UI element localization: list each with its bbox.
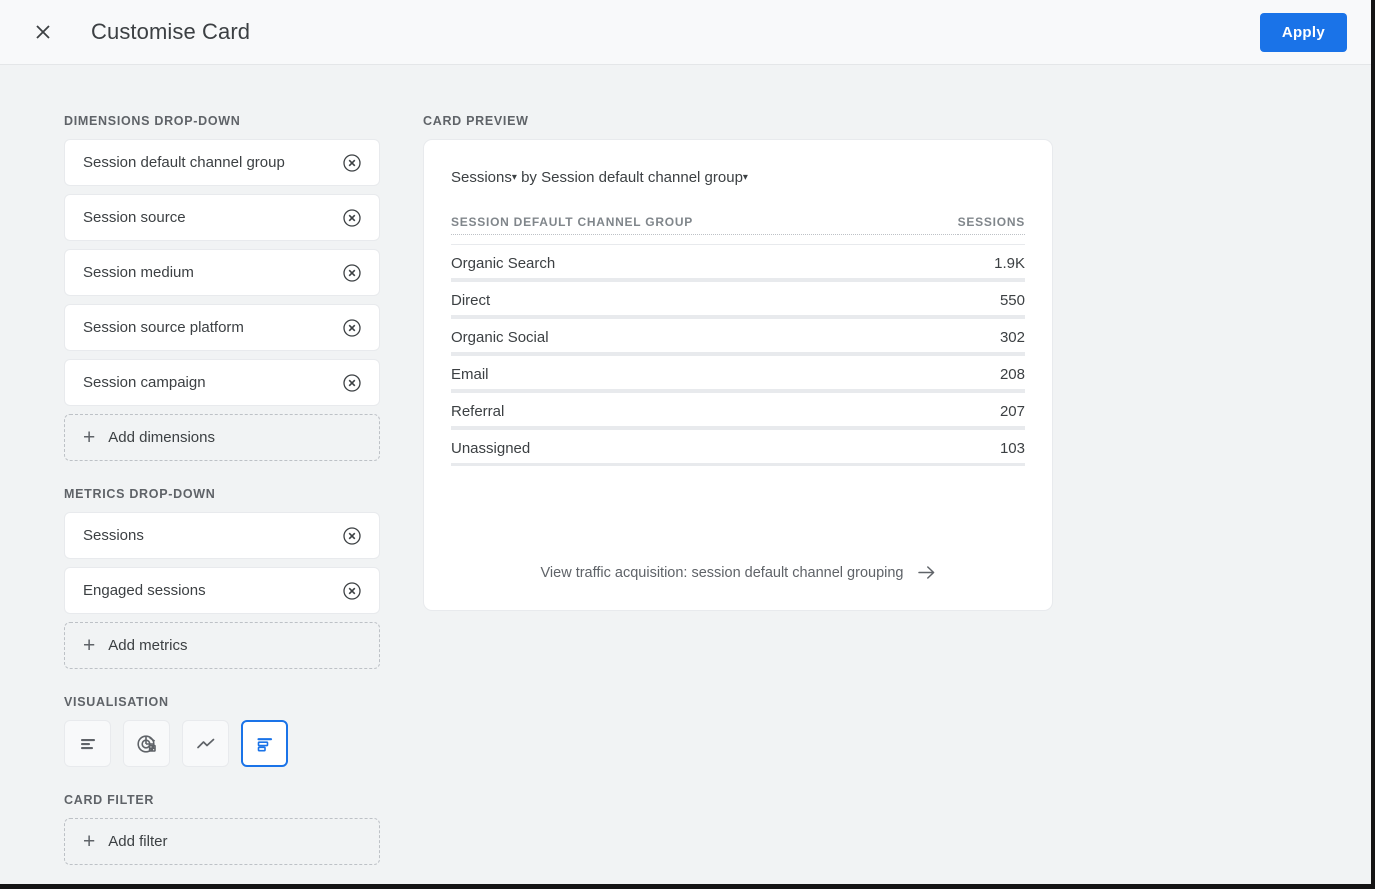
chevron-down-icon[interactable]: ▾ [743,172,748,183]
dimension-chip[interactable]: Session source [64,194,380,241]
row-label: Organic Search [451,254,556,272]
bar-chart-icon[interactable] [64,720,111,767]
table-row[interactable]: Unassigned 103 [451,429,1025,466]
dimensions-section-label: DIMENSIONS DROP-DOWN [64,114,241,128]
card-title-metric[interactable]: Sessions [451,169,512,186]
row-bar-track [451,463,1025,466]
row-label: Unassigned [451,439,531,457]
dimension-chip-label: Session medium [83,264,194,281]
row-label: Referral [451,402,505,420]
row-value: 302 [999,328,1025,346]
metrics-section-label: METRICS DROP-DOWN [64,487,216,501]
bar-list-icon[interactable] [241,720,288,767]
column-header-metric[interactable]: SESSIONS [957,215,1025,235]
remove-circle-icon[interactable] [341,372,363,394]
table-row[interactable]: Organic Search 1.9K [451,244,1025,281]
remove-circle-icon[interactable] [341,152,363,174]
add-dimensions-button[interactable]: + Add dimensions [64,414,380,461]
row-value: 207 [999,402,1025,420]
view-report-link[interactable]: View traffic acquisition: session defaul… [424,564,1052,581]
metric-chip[interactable]: Sessions [64,512,380,559]
dimension-chip-label: Session default channel group [83,154,285,171]
card-preview-label: CARD PREVIEW [423,114,529,128]
close-icon[interactable] [26,15,60,49]
metric-chip[interactable]: Engaged sessions [64,567,380,614]
dimension-chip-label: Session campaign [83,374,206,391]
plus-icon: + [83,634,96,657]
customise-card-dialog: Customise Card Apply DIMENSIONS DROP-DOW… [0,0,1375,889]
apply-button[interactable]: Apply [1259,12,1347,52]
arrow-right-icon [917,564,936,581]
metric-chip-label: Sessions [83,527,144,544]
line-chart-icon[interactable] [182,720,229,767]
card-preview-panel: CARD PREVIEW Sessions▾ by Session defaul… [423,114,1053,611]
plus-icon: + [83,426,96,449]
settings-panel: DIMENSIONS DROP-DOWN Session default cha… [64,114,380,865]
visualisation-options [64,720,380,767]
remove-circle-icon[interactable] [341,317,363,339]
row-label: Direct [451,291,491,309]
remove-circle-icon[interactable] [341,207,363,229]
page-title: Customise Card [91,19,251,44]
add-dimensions-label: Add dimensions [108,429,215,446]
dimension-chip-label: Session source platform [83,319,244,336]
visualisation-section-label: VISUALISATION [64,695,169,709]
preview-card: Sessions▾ by Session default channel gro… [423,139,1053,611]
remove-circle-icon[interactable] [341,262,363,284]
view-report-link-label: View traffic acquisition: session defaul… [540,564,904,581]
add-filter-button[interactable]: + Add filter [64,818,380,865]
row-value: 1.9K [994,254,1025,272]
donut-chart-icon[interactable] [123,720,170,767]
row-value: 103 [999,439,1025,457]
chevron-down-icon[interactable]: ▾ [512,172,517,183]
table-header-row: SESSION DEFAULT CHANNEL GROUP SESSIONS [451,215,1025,241]
card-filter-section-label: CARD FILTER [64,793,155,807]
metric-chip-label: Engaged sessions [83,582,206,599]
add-metrics-label: Add metrics [108,637,188,654]
card-title: Sessions▾ by Session default channel gro… [451,169,1025,186]
add-filter-label: Add filter [108,833,168,850]
plus-icon: + [83,830,96,853]
remove-circle-icon[interactable] [341,580,363,602]
row-label: Organic Social [451,328,549,346]
dialog-header: Customise Card Apply [0,0,1371,65]
dimension-chip[interactable]: Session default channel group [64,139,380,186]
remove-circle-icon[interactable] [341,525,363,547]
table-row[interactable]: Direct 550 [451,281,1025,318]
dimension-chip[interactable]: Session medium [64,249,380,296]
dimension-chip-label: Session source [83,209,186,226]
column-header-dimension[interactable]: SESSION DEFAULT CHANNEL GROUP [451,215,958,235]
table-row[interactable]: Referral 207 [451,392,1025,429]
row-label: Email [451,365,489,383]
table-row[interactable]: Email 208 [451,355,1025,392]
row-value: 208 [999,365,1025,383]
card-title-dimension[interactable]: Session default channel group [541,169,743,186]
dialog-body: DIMENSIONS DROP-DOWN Session default cha… [0,65,1371,884]
dimension-chip[interactable]: Session source platform [64,304,380,351]
add-metrics-button[interactable]: + Add metrics [64,622,380,669]
row-value: 550 [999,291,1025,309]
table-row[interactable]: Organic Social 302 [451,318,1025,355]
dimension-chip[interactable]: Session campaign [64,359,380,406]
card-title-connector: by [516,169,542,186]
